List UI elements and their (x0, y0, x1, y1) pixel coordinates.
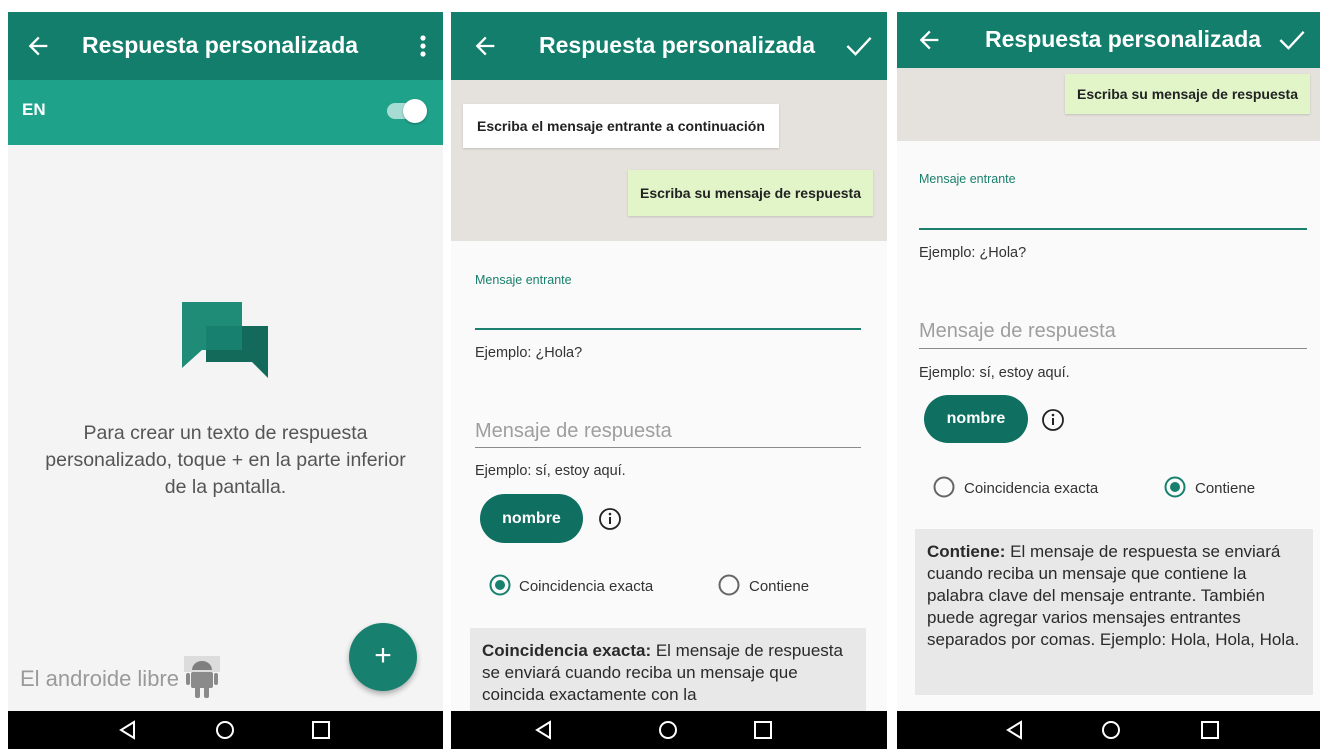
enable-toggle[interactable] (387, 99, 427, 123)
reply-hint: Ejemplo: sí, estoy aquí. (475, 463, 626, 479)
match-description: Contiene: El mensaje de respuesta se env… (915, 529, 1313, 695)
nav-recents-icon[interactable] (752, 719, 774, 741)
description-title: Coincidencia exacta: (482, 641, 652, 660)
arrow-back-icon[interactable] (471, 32, 499, 60)
nav-home-icon[interactable] (657, 719, 679, 741)
incoming-field-label: Mensaje entrante (475, 273, 572, 287)
app-bar: Respuesta personalizada (451, 12, 887, 80)
reply-bubble: Escriba su mensaje de respuesta (1065, 74, 1310, 114)
radio-contains-selected[interactable] (1164, 476, 1186, 498)
toggle-knob (403, 99, 427, 123)
app-bar: Respuesta personalizada (897, 12, 1320, 68)
nav-home-icon[interactable] (214, 719, 236, 741)
name-chip[interactable]: nombre (480, 494, 583, 543)
nav-recents-icon[interactable] (310, 719, 332, 741)
radio-exact-label[interactable]: Coincidencia exacta (964, 480, 1098, 497)
nav-back-icon[interactable] (533, 719, 555, 741)
watermark-text: El androide libre (20, 666, 179, 691)
app-bar: Respuesta personalizada (8, 12, 443, 80)
reply-field-placeholder: Mensaje de respuesta (475, 420, 672, 442)
screen-empty-list: Respuesta personalizada EN Para crear un… (8, 12, 443, 749)
reply-hint: Ejemplo: sí, estoy aquí. (919, 365, 1070, 381)
chat-bubbles-icon (182, 302, 268, 378)
incoming-hint: Ejemplo: ¿Hola? (475, 345, 583, 361)
incoming-bubble: Escriba el mensaje entrante a continuaci… (463, 104, 779, 148)
reply-bubble: Escriba su mensaje de respuesta (628, 170, 873, 216)
nav-home-icon[interactable] (1100, 719, 1122, 741)
check-icon[interactable] (1278, 28, 1306, 52)
page-title: Respuesta personalizada (82, 32, 359, 58)
radio-exact-selected[interactable] (489, 574, 511, 596)
page-title: Respuesta personalizada (539, 32, 816, 58)
page-title: Respuesta personalizada (985, 26, 1262, 52)
incoming-field[interactable] (919, 228, 1307, 230)
empty-state-message: Para crear un texto de respuesta persona… (45, 422, 406, 498)
watermark: El androide libre (20, 656, 230, 700)
screen-edit-exact: Respuesta personalizada Escriba el mensa… (451, 12, 887, 749)
info-icon[interactable] (598, 507, 622, 531)
reply-field-placeholder: Mensaje de respuesta (919, 320, 1116, 342)
message-preview: Escriba el mensaje entrante a continuaci… (451, 80, 887, 241)
nav-recents-icon[interactable] (1199, 719, 1221, 741)
description-title: Contiene: (927, 542, 1006, 561)
incoming-field[interactable] (475, 328, 861, 330)
match-description: Coincidencia exacta: El mensaje de respu… (470, 628, 866, 718)
incoming-hint: Ejemplo: ¿Hola? (919, 245, 1027, 261)
system-nav-bar (451, 711, 887, 749)
incoming-field-label: Mensaje entrante (919, 172, 1016, 186)
message-preview: Escriba su mensaje de respuesta (897, 68, 1320, 141)
android-robot-icon (184, 656, 220, 698)
check-icon[interactable] (845, 34, 873, 58)
reply-field[interactable] (475, 447, 861, 448)
reply-field[interactable] (919, 348, 1307, 349)
radio-contains[interactable] (718, 574, 740, 596)
radio-contains-label[interactable]: Contiene (1195, 480, 1255, 497)
arrow-back-icon[interactable] (24, 32, 52, 60)
add-button[interactable]: + (349, 623, 417, 691)
system-nav-bar (897, 711, 1320, 749)
enable-bar: EN (8, 80, 443, 145)
nav-back-icon[interactable] (117, 719, 139, 741)
nav-back-icon[interactable] (1004, 719, 1026, 741)
screen-edit-contains: Respuesta personalizada Escriba su mensa… (897, 12, 1320, 749)
info-icon[interactable] (1041, 408, 1065, 432)
radio-exact-label[interactable]: Coincidencia exacta (519, 578, 653, 595)
arrow-back-icon[interactable] (915, 26, 943, 54)
radio-exact[interactable] (933, 476, 955, 498)
system-nav-bar (8, 711, 443, 749)
more-vert-icon[interactable] (417, 32, 429, 60)
radio-contains-label[interactable]: Contiene (749, 578, 809, 595)
enable-label: EN (22, 100, 46, 119)
name-chip[interactable]: nombre (924, 395, 1028, 443)
